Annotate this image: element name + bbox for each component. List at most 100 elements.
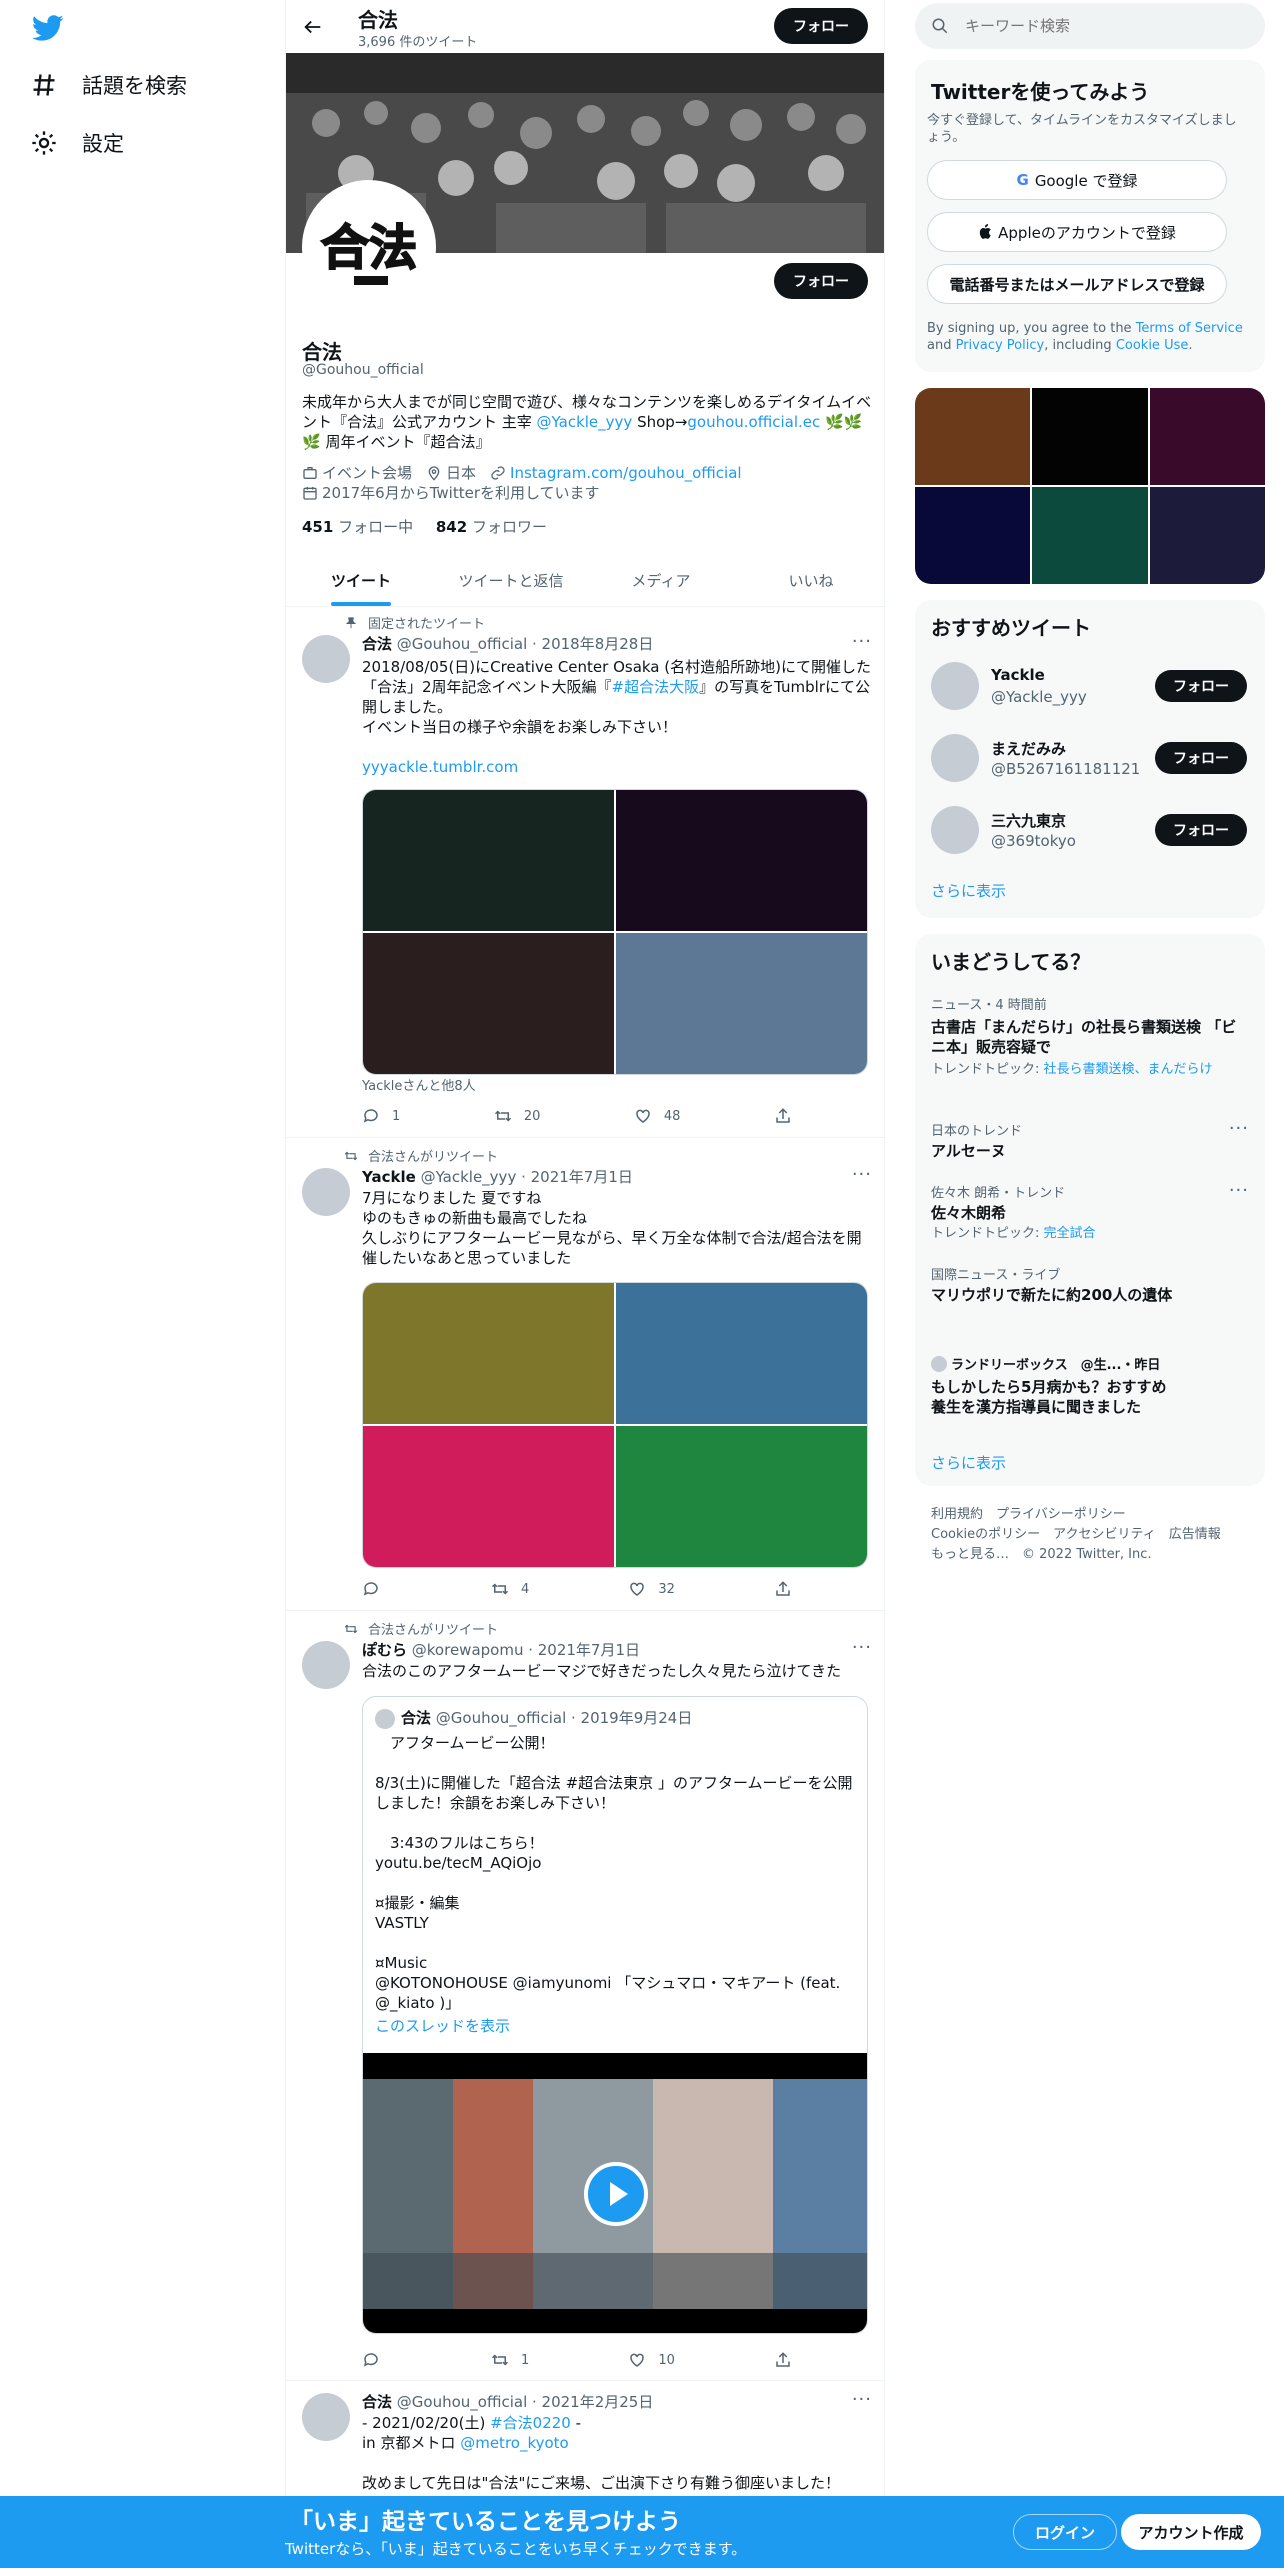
media-photo[interactable]	[616, 1283, 867, 1424]
search-input[interactable]	[965, 17, 1225, 35]
search-bar[interactable]	[915, 3, 1265, 49]
media-photo[interactable]	[616, 933, 867, 1074]
following-link[interactable]: 451 フォロー中	[302, 518, 413, 536]
media-photo[interactable]	[363, 1426, 614, 1567]
bio-shop-link[interactable]: gouhou.official.ec	[687, 413, 820, 431]
reply-button[interactable]: 1	[362, 1107, 400, 1125]
footer-links[interactable]: Cookieのポリシー アクセシビリティ 広告情報	[931, 1525, 1261, 1545]
avatar[interactable]	[302, 1641, 350, 1689]
gallery-photo[interactable]	[1032, 388, 1148, 485]
tweet-media-grid[interactable]	[362, 789, 868, 1075]
gallery-photo[interactable]	[915, 388, 1031, 485]
author-name[interactable]: ぽむら	[362, 1641, 407, 1659]
avatar[interactable]	[931, 734, 979, 782]
media-photo[interactable]	[616, 1426, 867, 1567]
footer-links[interactable]: 利用規約 プライバシーポリシー	[931, 1505, 1261, 1525]
gallery-photo[interactable]	[1032, 487, 1148, 584]
trend-item[interactable]: 国際ニュース・ライブ マリウポリで新たに約200人の遺体	[931, 1264, 1241, 1305]
tagged-users[interactable]: Yackleさんと他8人	[362, 1077, 872, 1097]
trend-item[interactable]: 日本のトレンド アルセーヌ	[931, 1120, 1241, 1161]
reply-button[interactable]	[362, 1580, 392, 1598]
trends-show-more[interactable]: さらに表示	[931, 1452, 1006, 1473]
avatar[interactable]	[302, 635, 350, 683]
tab-tweets-and-replies[interactable]: ツイートと返信	[436, 555, 586, 606]
share-button[interactable]	[774, 1107, 792, 1125]
phone-email-signup-button[interactable]: 電話番号またはメールアドレスで登録	[927, 264, 1227, 304]
author-name[interactable]: 合法	[362, 2393, 392, 2411]
follow-button[interactable]: フォロー	[1155, 670, 1247, 702]
like-button[interactable]: 32	[628, 1580, 675, 1598]
share-button[interactable]	[774, 1580, 792, 1598]
author-name[interactable]: 合法	[362, 635, 392, 653]
media-photo[interactable]	[363, 933, 614, 1074]
tab-likes[interactable]: いいね	[736, 555, 884, 606]
who-to-follow-item[interactable]: Yackle @Yackle_yyy フォロー	[931, 658, 1251, 714]
retweet-button[interactable]: 4	[491, 1580, 529, 1598]
who-to-follow-show-more[interactable]: さらに表示	[931, 880, 1006, 901]
apple-signup-button[interactable]: Appleのアカウントで登録	[927, 212, 1227, 252]
quote-video[interactable]	[363, 2053, 867, 2333]
avatar[interactable]	[302, 2393, 350, 2441]
signup-button[interactable]: アカウント作成	[1121, 2514, 1261, 2550]
followers-link[interactable]: 842 フォロワー	[436, 518, 547, 536]
profile-follow-button[interactable]: フォロー	[774, 263, 868, 299]
terms-link[interactable]: Terms of Service	[1136, 321, 1243, 336]
follow-button[interactable]: フォロー	[1155, 742, 1247, 774]
trend-item[interactable]: ランドリーボックス @生...・昨日 もしかしたら5月病かも？おすすめ養生を漢方…	[931, 1354, 1181, 1417]
more-icon[interactable]: ···	[1229, 1180, 1249, 1201]
share-button[interactable]	[774, 2351, 792, 2369]
header-follow-button[interactable]: フォロー	[774, 8, 868, 44]
gallery-photo[interactable]	[1149, 388, 1265, 485]
tweet-pinned[interactable]: 固定されたツイート 合法 @Gouhou_official · 2018年8月2…	[286, 607, 884, 1138]
who-to-follow-item[interactable]: まえだみみ @B5267161181121 フォロー	[931, 730, 1251, 786]
author-name[interactable]: Yackle	[362, 1168, 416, 1186]
back-arrow-icon[interactable]	[302, 16, 324, 38]
more-icon[interactable]: ···	[852, 1164, 872, 1185]
more-icon[interactable]: ···	[852, 2389, 872, 2410]
avatar[interactable]	[302, 1168, 350, 1216]
media-photo[interactable]	[616, 790, 867, 931]
play-button[interactable]	[584, 2162, 648, 2226]
more-icon[interactable]: ···	[852, 631, 872, 652]
retweet-button[interactable]: 20	[494, 1107, 540, 1125]
tab-tweets[interactable]: ツイート	[286, 555, 436, 606]
gallery-photo[interactable]	[1149, 487, 1265, 584]
avatar[interactable]	[931, 662, 979, 710]
footer-links[interactable]: もっと見る… © 2022 Twitter, Inc.	[931, 1545, 1261, 1565]
trend-topic-link[interactable]: 社長ら書類送検、まんだらけ	[1044, 1062, 1213, 1077]
profile-website-link[interactable]: Instagram.com/gouhou_official	[510, 464, 742, 482]
login-button[interactable]: ログイン	[1013, 2514, 1117, 2550]
profile-avatar[interactable]: 合法	[302, 180, 436, 314]
retweet-button[interactable]: 1	[491, 2351, 529, 2369]
hashtag-link[interactable]: #超合法大阪	[612, 678, 700, 696]
follow-button[interactable]: フォロー	[1155, 814, 1247, 846]
privacy-link[interactable]: Privacy Policy	[956, 338, 1045, 353]
trend-item[interactable]: 佐々木 朗希・トレンド 佐々木朗希 トレンドトピック: 完全試合	[931, 1182, 1241, 1242]
like-button[interactable]: 48	[634, 1107, 680, 1125]
mention-link[interactable]: @metro_kyoto	[460, 2434, 569, 2452]
tweet-link[interactable]: yyyackle.tumblr.com	[362, 757, 872, 777]
bio-mention-link[interactable]: @Yackle_yyy	[537, 413, 633, 431]
trend-topic-link[interactable]: 完全試合	[1044, 1226, 1096, 1241]
more-icon[interactable]: ···	[1229, 1118, 1249, 1139]
hashtag-link[interactable]: #合法0220	[490, 2414, 571, 2432]
tweet-retweeted[interactable]: 合法さんがリツイート Yackle @Yackle_yyy · 2021年7月1…	[286, 1138, 884, 1611]
nav-explore[interactable]: 話題を検索	[30, 70, 187, 100]
quoted-tweet[interactable]: 合法 @Gouhou_official · 2019年9月24日 アフタームービ…	[362, 1696, 868, 2334]
cookie-link[interactable]: Cookie Use	[1116, 338, 1189, 353]
media-photo[interactable]	[363, 1283, 614, 1424]
google-signup-button[interactable]: G Google で登録	[927, 160, 1227, 200]
more-icon[interactable]: ···	[852, 1637, 872, 1658]
who-to-follow-item[interactable]: 三六九東京 @369tokyo フォロー	[931, 802, 1251, 858]
trend-item[interactable]: ニュース・4 時間前 古書店「まんだらけ」の社長ら書類送検 「ビニ本」販売容疑で…	[931, 994, 1241, 1078]
tab-media[interactable]: メディア	[586, 555, 736, 606]
media-photo[interactable]	[363, 790, 614, 931]
twitter-logo-icon[interactable]	[30, 12, 66, 44]
nav-settings[interactable]: 設定	[30, 128, 124, 158]
avatar[interactable]	[931, 806, 979, 854]
reply-button[interactable]	[362, 2351, 392, 2369]
gallery-photo[interactable]	[915, 487, 1031, 584]
show-thread-link[interactable]: このスレッドを表示	[375, 2015, 510, 2036]
like-button[interactable]: 10	[628, 2351, 675, 2369]
tweet-media-grid[interactable]	[362, 1282, 868, 1568]
